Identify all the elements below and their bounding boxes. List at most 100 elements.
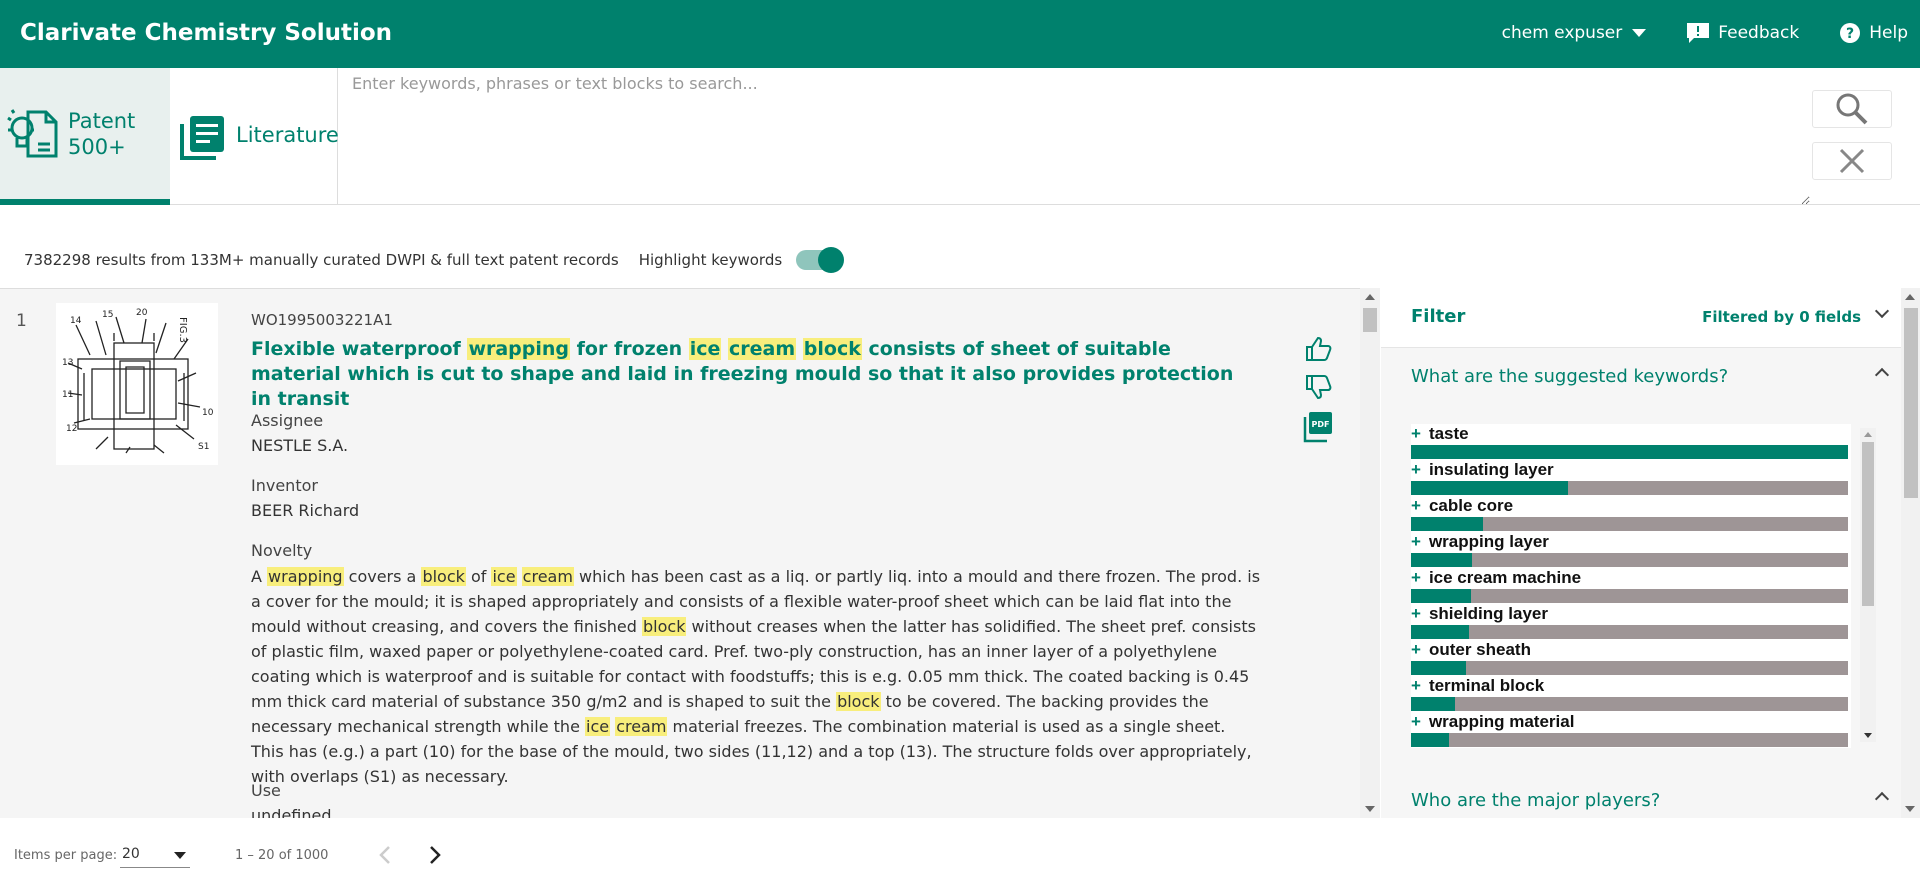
keyword-item[interactable]: + terminal block bbox=[1411, 676, 1851, 712]
scroll-down-arrow-icon[interactable] bbox=[1905, 806, 1915, 812]
keyword-name[interactable]: + outer sheath bbox=[1411, 640, 1531, 660]
plus-icon: + bbox=[1411, 568, 1421, 587]
items-per-page-select[interactable]: 20 bbox=[120, 844, 190, 868]
scroll-down-arrow-icon[interactable] bbox=[1365, 806, 1375, 812]
use-label: Use bbox=[251, 781, 281, 800]
keyword-label: ice cream machine bbox=[1428, 568, 1582, 587]
keyword-name[interactable]: + taste bbox=[1411, 424, 1469, 444]
page-range: 1 – 20 of 1000 bbox=[235, 848, 329, 863]
plus-icon: + bbox=[1411, 532, 1421, 551]
patent-drawing-thumbnail[interactable]: FIG.3 14 15 20 13 11 12 10 S1 bbox=[56, 303, 218, 465]
keyword-highlight: cream bbox=[615, 717, 668, 736]
tab-patent[interactable]: Patent 500+ bbox=[0, 68, 170, 205]
keyword-label: cable core bbox=[1428, 496, 1514, 515]
keyword-name[interactable]: + ice cream machine bbox=[1411, 568, 1581, 588]
thumbs-up-button[interactable] bbox=[1302, 333, 1334, 365]
tab-patent-count: 500+ bbox=[68, 135, 126, 159]
pdf-label: PDF bbox=[1312, 420, 1330, 429]
keyword-frequency-fill bbox=[1411, 697, 1455, 711]
help-button[interactable]: ? Help bbox=[1839, 22, 1908, 44]
chevron-down-icon[interactable] bbox=[1874, 303, 1890, 319]
major-players-section-header[interactable]: Who are the major players? bbox=[1411, 790, 1660, 811]
keyword-name[interactable]: + wrapping material bbox=[1411, 712, 1574, 732]
keyword-name[interactable]: + insulating layer bbox=[1411, 460, 1554, 480]
title-text: for frozen bbox=[570, 338, 689, 360]
header-actions: chem expuser Feedback ? Help bbox=[1462, 22, 1908, 44]
keyword-item[interactable]: + outer sheath bbox=[1411, 640, 1851, 676]
clear-search-button[interactable] bbox=[1812, 142, 1892, 180]
chevron-left-icon bbox=[379, 846, 390, 864]
scroll-up-arrow-icon[interactable] bbox=[1864, 432, 1872, 437]
keyword-frequency-fill bbox=[1411, 553, 1473, 567]
plus-icon: + bbox=[1411, 496, 1421, 515]
keyword-highlight: cream bbox=[521, 567, 574, 586]
keyword-highlight: block bbox=[802, 338, 862, 360]
keyword-label: wrapping material bbox=[1428, 712, 1575, 731]
keyword-item[interactable]: + taste bbox=[1411, 424, 1851, 460]
highlight-keywords-label: Highlight keywords bbox=[638, 251, 783, 269]
result-title-link[interactable]: Flexible waterproof wrapping for frozen … bbox=[251, 337, 1251, 412]
suggested-keywords-section-header[interactable]: What are the suggested keywords? bbox=[1411, 366, 1728, 387]
next-page-button[interactable] bbox=[420, 840, 450, 870]
feedback-button[interactable]: Feedback bbox=[1686, 22, 1799, 44]
thumbs-down-button[interactable] bbox=[1302, 371, 1334, 403]
close-icon bbox=[1839, 148, 1865, 174]
scroll-down-arrow-icon[interactable] bbox=[1864, 733, 1872, 738]
filter-header[interactable]: Filter Filtered by 0 fields bbox=[1381, 288, 1901, 348]
keywords-scrollbar[interactable] bbox=[1860, 428, 1876, 742]
chevron-up-icon[interactable] bbox=[1874, 791, 1890, 807]
keyword-frequency-bar bbox=[1411, 589, 1848, 603]
chevron-down-icon bbox=[174, 852, 186, 859]
keyword-name[interactable]: + cable core bbox=[1411, 496, 1513, 516]
keyword-item[interactable]: + shielding layer bbox=[1411, 604, 1851, 640]
scroll-up-arrow-icon[interactable] bbox=[1905, 294, 1915, 300]
scroll-up-arrow-icon[interactable] bbox=[1365, 294, 1375, 300]
keyword-name[interactable]: + shielding layer bbox=[1411, 604, 1548, 624]
previous-page-button[interactable] bbox=[370, 840, 400, 870]
keyword-highlight: block bbox=[421, 567, 466, 586]
svg-text:?: ? bbox=[1846, 26, 1854, 42]
keyword-item[interactable]: + insulating layer bbox=[1411, 460, 1851, 496]
scrollbar-thumb[interactable] bbox=[1862, 442, 1874, 606]
keyword-item[interactable]: + wrapping layer bbox=[1411, 532, 1851, 568]
keyword-frequency-fill bbox=[1411, 661, 1466, 675]
scrollbar-thumb[interactable] bbox=[1363, 308, 1377, 332]
plus-icon: + bbox=[1411, 640, 1421, 659]
items-per-page-label: Items per page: bbox=[14, 848, 118, 863]
keyword-frequency-bar bbox=[1411, 733, 1848, 747]
keyword-frequency-bar bbox=[1411, 445, 1848, 459]
filter-scrollbar[interactable] bbox=[1901, 288, 1920, 818]
chevron-up-icon[interactable] bbox=[1874, 367, 1890, 383]
search-input[interactable] bbox=[340, 68, 1810, 205]
keyword-frequency-bar bbox=[1411, 481, 1848, 495]
keyword-name[interactable]: + terminal block bbox=[1411, 676, 1544, 696]
keyword-item[interactable]: + wrapping material bbox=[1411, 712, 1851, 748]
plus-icon: + bbox=[1411, 712, 1421, 731]
pdf-download-button[interactable]: PDF bbox=[1302, 411, 1334, 443]
search-icon bbox=[1836, 93, 1868, 125]
app-title: Clarivate Chemistry Solution bbox=[20, 20, 393, 46]
keyword-label: shielding layer bbox=[1428, 604, 1548, 623]
results-scrollbar[interactable] bbox=[1360, 288, 1380, 818]
keyword-label: taste bbox=[1428, 424, 1469, 443]
search-button[interactable] bbox=[1812, 90, 1892, 128]
publication-number: WO1995003221A1 bbox=[251, 311, 393, 329]
tab-literature[interactable]: Literature bbox=[170, 68, 339, 205]
keyword-item[interactable]: + ice cream machine bbox=[1411, 568, 1851, 604]
keyword-frequency-bar bbox=[1411, 517, 1848, 531]
scrollbar-thumb[interactable] bbox=[1904, 308, 1918, 498]
search-area: Patent 500+ Literature bbox=[0, 68, 1920, 205]
feedback-icon bbox=[1687, 23, 1710, 43]
lightbulb-document-icon bbox=[7, 109, 58, 158]
keyword-label: outer sheath bbox=[1428, 640, 1531, 659]
title-text bbox=[796, 338, 803, 360]
keyword-label: insulating layer bbox=[1428, 460, 1554, 479]
keyword-item[interactable]: + cable core bbox=[1411, 496, 1851, 532]
items-per-page-value: 20 bbox=[122, 846, 140, 862]
filter-panel: Filter Filtered by 0 fields What are the… bbox=[1381, 288, 1901, 818]
highlight-keywords-toggle[interactable] bbox=[796, 247, 845, 273]
keyword-highlight: wrapping bbox=[467, 338, 571, 360]
title-text: Flexible waterproof bbox=[251, 338, 468, 360]
user-menu[interactable]: chem expuser bbox=[1502, 23, 1647, 43]
keyword-name[interactable]: + wrapping layer bbox=[1411, 532, 1549, 552]
